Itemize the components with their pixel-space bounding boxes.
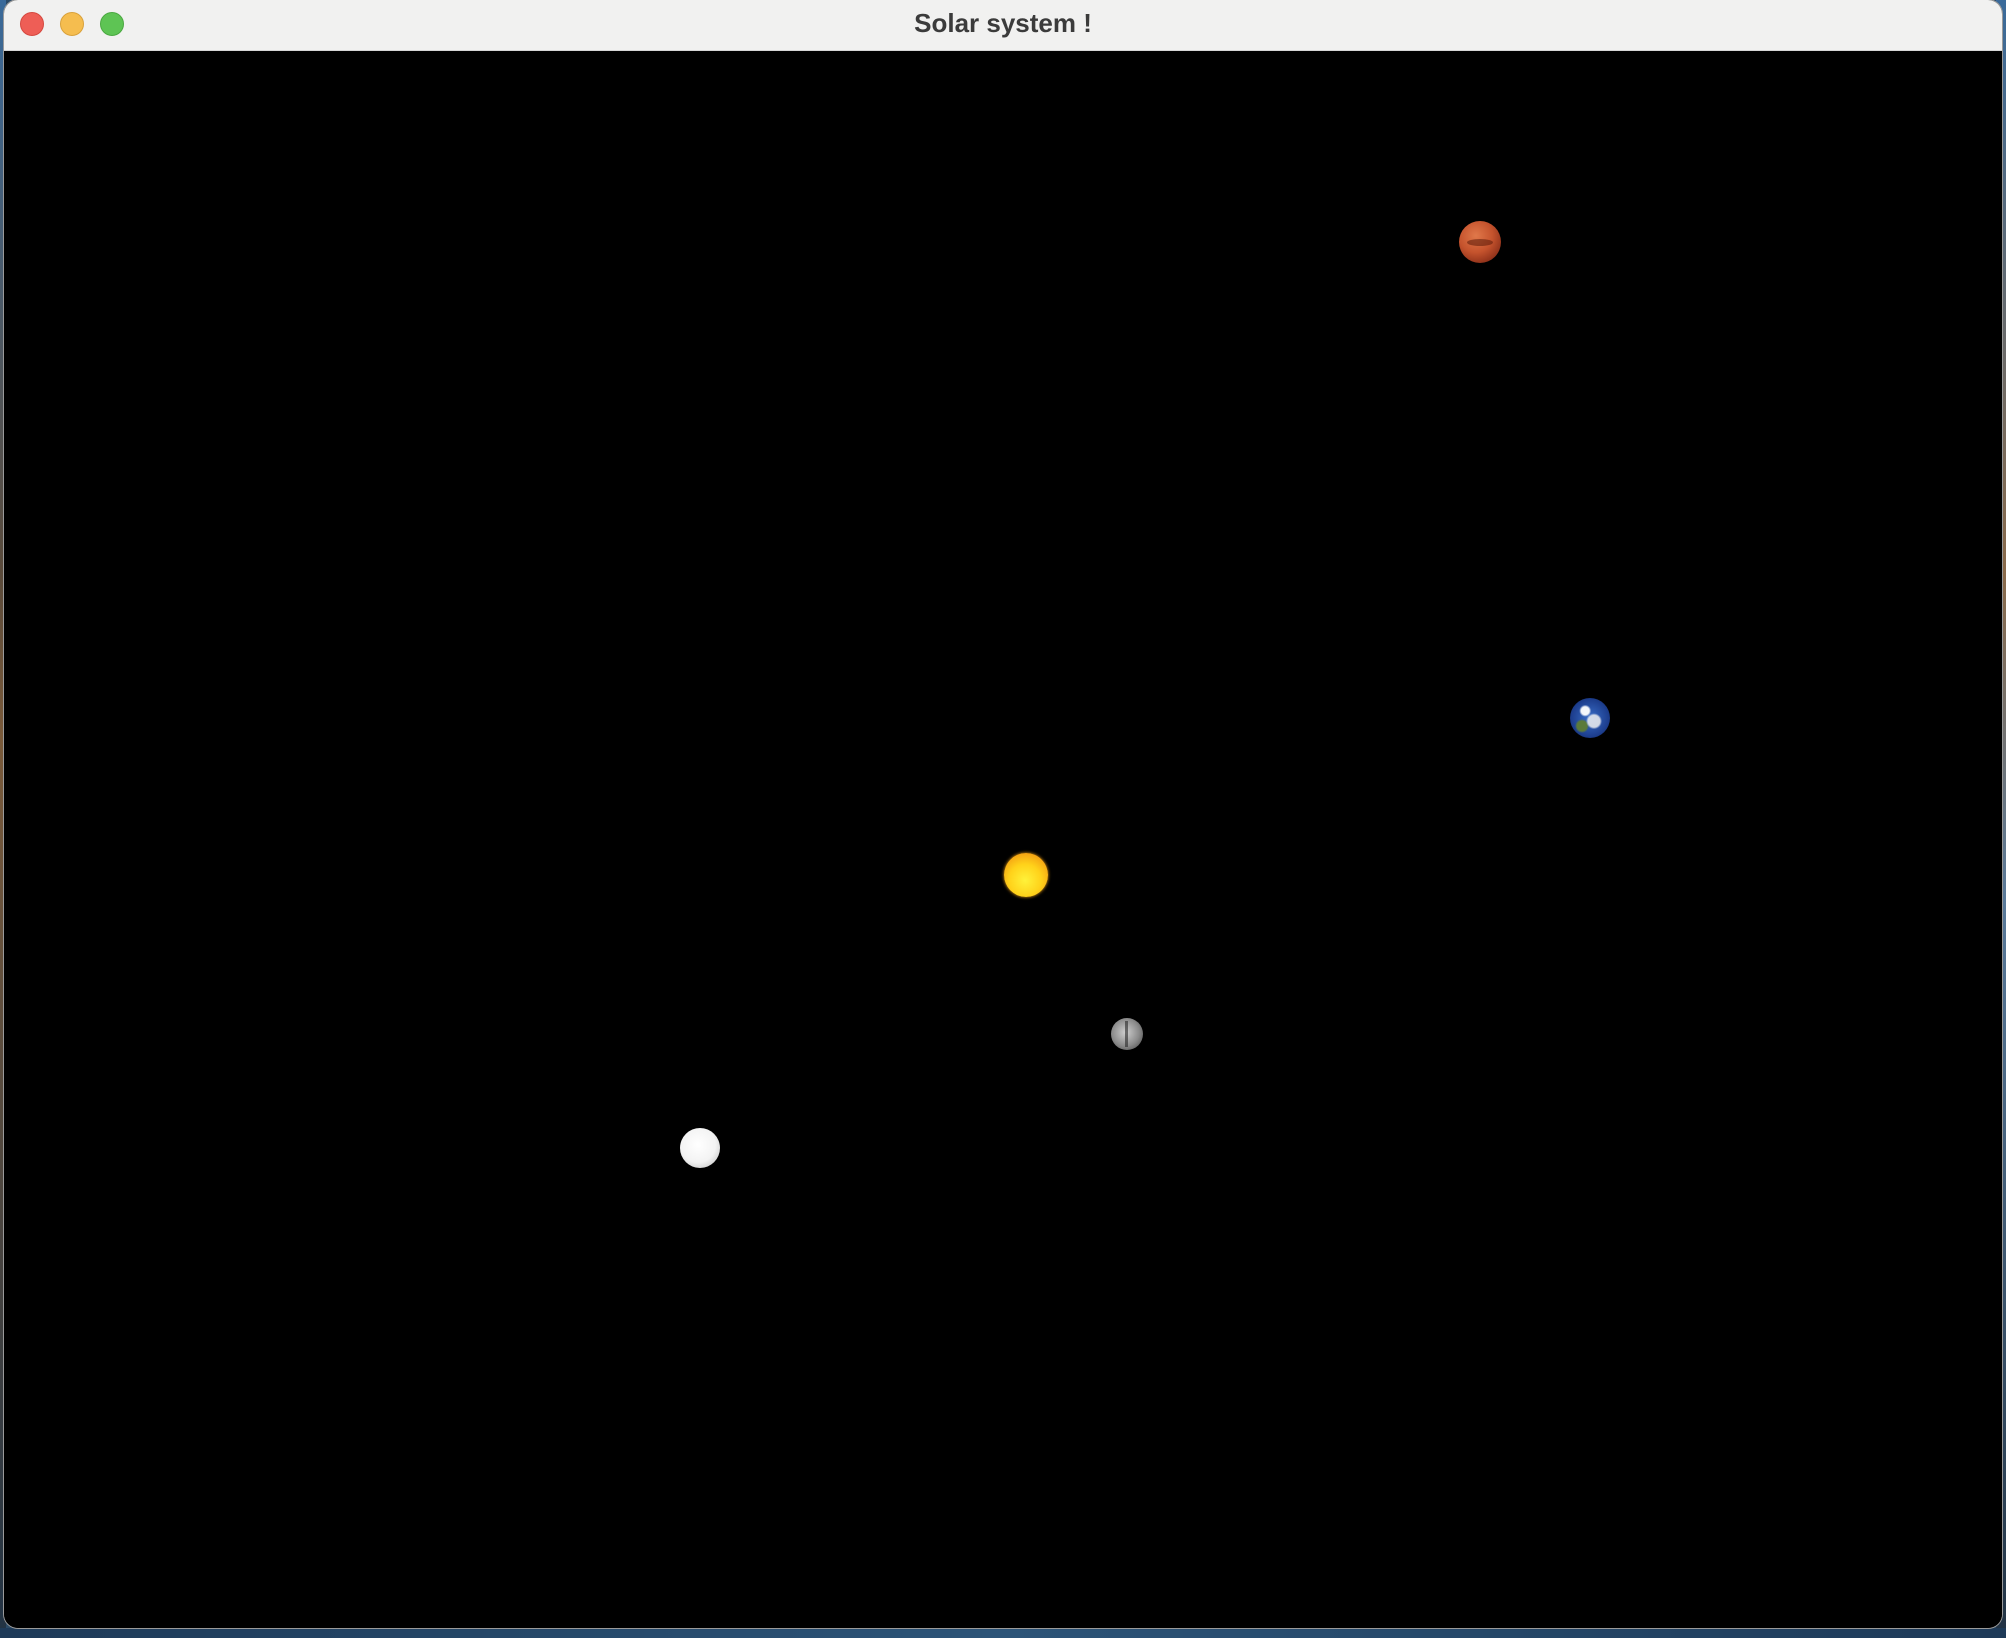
moon-body xyxy=(680,1128,720,1168)
desktop-wallpaper-bottom xyxy=(0,1628,2006,1638)
earth-planet xyxy=(1570,698,1610,738)
mars-planet xyxy=(1459,221,1501,263)
sun-star xyxy=(1004,853,1048,897)
mercury-planet xyxy=(1111,1018,1143,1050)
solar-system-canvas[interactable] xyxy=(4,51,2002,1628)
app-window: Solar system ! xyxy=(4,0,2002,1628)
window-titlebar[interactable]: Solar system ! xyxy=(4,0,2002,51)
window-title: Solar system ! xyxy=(914,8,1092,38)
